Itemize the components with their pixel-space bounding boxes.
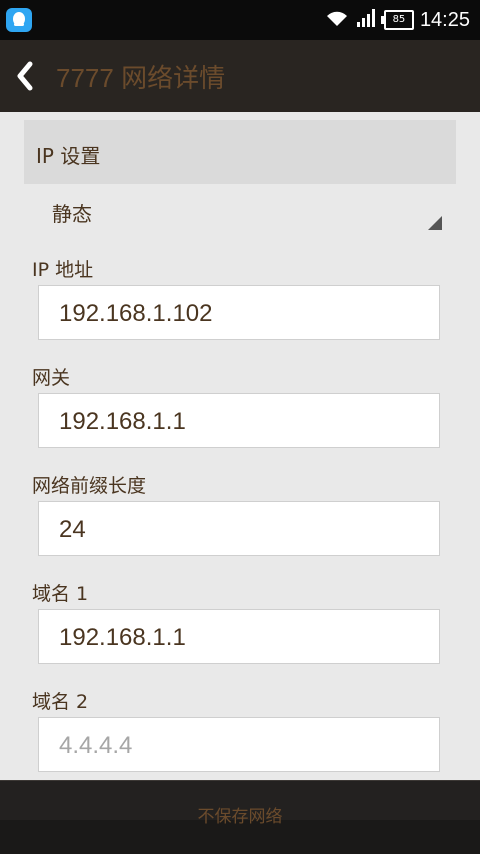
dns2-input[interactable]: 4.4.4.4 [38, 717, 440, 772]
wifi-icon [324, 8, 350, 32]
ip-mode-value: 静态 [52, 202, 92, 226]
gateway-input[interactable]: 192.168.1.1 [38, 393, 440, 448]
action-bar: 7777 网络详情 [0, 40, 480, 112]
bottom-bar: 不保存网络 [0, 780, 480, 854]
ip-mode-spinner[interactable]: 静态 [24, 184, 456, 238]
dont-save-network-button[interactable]: 不保存网络 [0, 780, 480, 854]
ip-address-input[interactable]: 192.168.1.102 [38, 285, 440, 340]
dns1-input[interactable]: 192.168.1.1 [38, 609, 440, 664]
status-bar: 85 14:25 [0, 0, 480, 40]
prefix-length-input[interactable]: 24 [38, 501, 440, 556]
qq-notification-icon [6, 8, 32, 32]
ip-address-label: IP 地址 [32, 259, 94, 281]
ip-settings-header: IP 设置 [24, 120, 456, 184]
dns1-label: 域名 1 [32, 583, 89, 605]
dns2-label: 域名 2 [32, 691, 89, 713]
dropdown-arrow-icon [428, 216, 442, 230]
back-button[interactable] [10, 58, 42, 94]
signal-icon [356, 8, 378, 32]
page-title: 7777 网络详情 [56, 63, 226, 93]
status-time: 14:25 [419, 8, 470, 31]
chevron-left-icon [17, 61, 33, 91]
ip-settings-label: IP 设置 [36, 144, 101, 168]
battery-icon: 85 [380, 10, 414, 30]
network-details-form[interactable]: IP 设置 静态 IP 地址 192.168.1.102 网关 192.168.… [0, 112, 480, 780]
prefix-length-label: 网络前缀长度 [32, 475, 147, 497]
gateway-label: 网关 [32, 367, 71, 389]
